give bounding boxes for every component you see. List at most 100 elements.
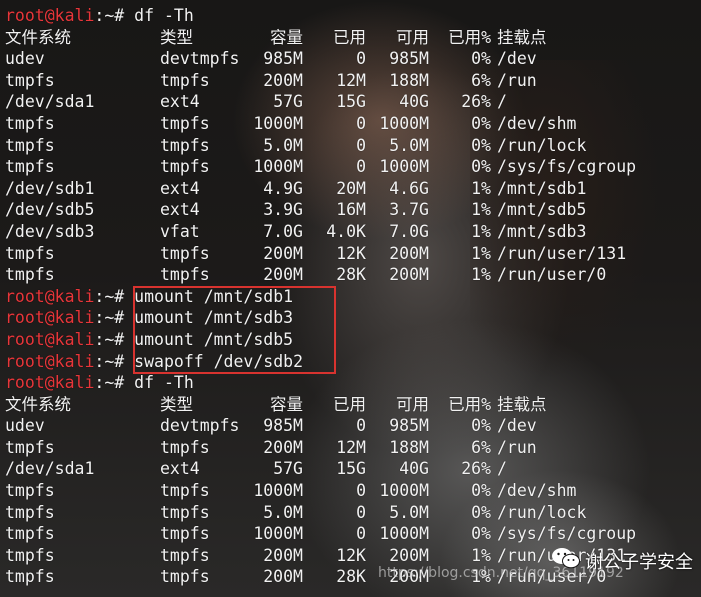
cell-avail: 1000M (379, 524, 429, 544)
cell-fs: /dev/sda1 (5, 92, 95, 112)
table-row: /dev/sda1 ext4 57G 15G 40G 26% / (5, 458, 701, 480)
table-row: tmpfs tmpfs 1000M 0 1000M 0% /sys/fs/cgroup (5, 523, 701, 545)
cell-used: 0 (356, 502, 366, 522)
cell-type: devtmpfs (160, 416, 240, 436)
table-row: /dev/sdb3 vfat 7.0G 4.0K 7.0G 1% /mnt/sdb3 (5, 221, 701, 243)
cell-mount: /dev/shm (497, 113, 577, 133)
cell-type: devtmpfs (160, 49, 240, 69)
prompt-path: :~# (94, 373, 135, 393)
prompt-path: :~# (94, 6, 135, 25)
cell-size: 985M (263, 416, 303, 436)
cell-avail: 1000M (379, 113, 429, 133)
cell-mount: /mnt/sdb5 (497, 200, 587, 220)
cell-avail: 985M (389, 416, 429, 436)
table-row: udev devtmpfs 985M 0 985M 0% /dev (5, 48, 701, 70)
cell-used: 0 (356, 113, 366, 133)
cell-mount: /run/lock (497, 135, 587, 155)
cell-used: 0 (356, 481, 366, 501)
command-text: df -Th (134, 373, 194, 393)
cell-type: tmpfs (160, 70, 210, 90)
cell-fs: tmpfs (5, 70, 55, 90)
header-type: 类型 (160, 27, 193, 47)
cell-fs: /dev/sdb1 (5, 178, 95, 198)
cell-fs: /dev/sdb5 (5, 200, 95, 220)
cell-used: 0 (356, 49, 366, 69)
cell-type: ext4 (160, 200, 200, 220)
cell-size: 57G (273, 92, 303, 112)
cell-type: tmpfs (160, 567, 210, 587)
cell-pct: 0% (471, 524, 491, 544)
cell-type: vfat (160, 221, 200, 241)
cell-fs: tmpfs (5, 437, 55, 457)
command-line: root@kali:~# umount /mnt/sdb3 (5, 307, 701, 329)
cell-pct: 1% (471, 545, 491, 565)
cell-type: tmpfs (160, 157, 210, 177)
cell-fs: /dev/sda1 (5, 459, 95, 479)
cell-used: 0 (356, 135, 366, 155)
cell-type: tmpfs (160, 135, 210, 155)
cell-used: 28K (336, 567, 366, 587)
cell-pct: 0% (471, 113, 491, 133)
prompt-user: root@kali (5, 351, 95, 371)
cell-used: 12M (336, 437, 366, 457)
header-pct: 已用% (448, 27, 491, 47)
table-row: udev devtmpfs 985M 0 985M 0% /dev (5, 415, 701, 437)
cell-fs: udev (5, 416, 45, 436)
cell-size: 7.0G (263, 221, 303, 241)
cell-fs: tmpfs (5, 113, 55, 133)
table-row: tmpfs tmpfs 200M 28K 200M 1% /run/user/0 (5, 264, 701, 286)
header-fs: 文件系统 (5, 27, 71, 47)
prompt-path: :~# (94, 351, 135, 371)
cell-pct: 0% (471, 157, 491, 177)
cell-mount: /sys/fs/cgroup (497, 157, 637, 177)
cell-used: 20M (336, 178, 366, 198)
cell-mount: /mnt/sdb1 (497, 178, 587, 198)
cell-size: 200M (263, 70, 303, 90)
header-used: 已用 (333, 27, 366, 47)
cell-avail: 40G (399, 459, 429, 479)
cell-avail: 188M (389, 437, 429, 457)
cell-size: 200M (263, 265, 303, 285)
cell-type: tmpfs (160, 481, 210, 501)
cell-fs: tmpfs (5, 567, 55, 587)
cell-avail: 985M (389, 49, 429, 69)
cell-mount: /sys/fs/cgroup (497, 524, 637, 544)
header-avail: 可用 (396, 394, 429, 414)
cell-used: 15G (336, 92, 366, 112)
cell-fs: tmpfs (5, 243, 55, 263)
prompt-path: :~# (94, 286, 135, 306)
table-header: 文件系统 类型 容量 已用 可用 已用% 挂载点 (5, 394, 701, 416)
cell-type: ext4 (160, 178, 200, 198)
cell-pct: 0% (471, 481, 491, 501)
cell-fs: tmpfs (5, 157, 55, 177)
cell-avail: 1000M (379, 157, 429, 177)
cell-fs: tmpfs (5, 545, 55, 565)
cell-fs: tmpfs (5, 265, 55, 285)
cell-type: tmpfs (160, 524, 210, 544)
prompt-path: :~# (94, 329, 135, 349)
cell-avail: 40G (399, 92, 429, 112)
cell-used: 12K (336, 545, 366, 565)
cell-avail: 4.6G (389, 178, 429, 198)
command-line: root@kali:~# swapoff /dev/sdb2 (5, 351, 701, 373)
terminal-output[interactable]: root@kali:~# df -Th 文件系统 类型 容量 已用 可用 已用% 挂载点 u… (0, 0, 701, 588)
cell-mount: / (497, 459, 507, 479)
cell-size: 200M (263, 545, 303, 565)
header-used: 已用 (333, 394, 366, 414)
cell-avail: 5.0M (389, 135, 429, 155)
cell-size: 3.9G (263, 200, 303, 220)
table-row: /dev/sda1 ext4 57G 15G 40G 26% / (5, 91, 701, 113)
cell-pct: 1% (471, 221, 491, 241)
cell-type: tmpfs (160, 113, 210, 133)
table-row: tmpfs tmpfs 200M 12K 200M 1% /run/user/131 (5, 243, 701, 265)
cell-used: 12K (336, 243, 366, 263)
cell-used: 28K (336, 265, 366, 285)
cell-pct: 26% (461, 459, 491, 479)
cell-used: 16M (336, 200, 366, 220)
cell-size: 200M (263, 437, 303, 457)
cell-size: 1000M (253, 113, 303, 133)
header-mount: 挂载点 (497, 27, 547, 47)
cell-used: 0 (356, 416, 366, 436)
cell-avail: 1000M (379, 481, 429, 501)
table-row: tmpfs tmpfs 5.0M 0 5.0M 0% /run/lock (5, 135, 701, 157)
